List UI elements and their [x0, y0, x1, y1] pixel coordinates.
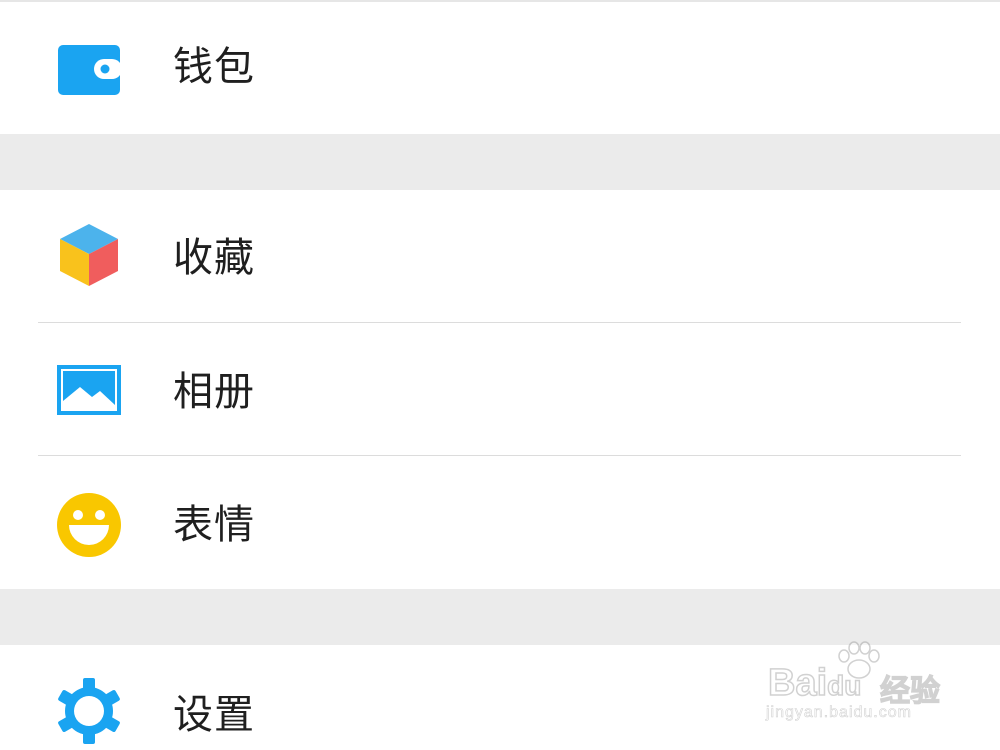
wallet-icon	[56, 37, 122, 103]
watermark-url: jingyan.baidu.com	[766, 704, 912, 722]
baidu-jingyan-watermark: Baidu 经验 jingyan.baidu.com	[762, 640, 952, 730]
menu-item-album[interactable]: 相册	[0, 323, 1000, 455]
album-picture-icon	[56, 357, 122, 423]
menu-item-emoji[interactable]: 表情	[0, 456, 1000, 589]
section-gap	[0, 589, 1000, 645]
menu-label-wallet: 钱包	[173, 44, 255, 90]
favorites-cube-icon	[56, 222, 122, 288]
menu-label-settings: 设置	[173, 692, 255, 738]
watermark-brand: Baidu	[767, 661, 862, 705]
emoji-smile-icon	[56, 492, 122, 558]
section-gap	[0, 134, 1000, 190]
menu-label-favorites: 收藏	[173, 235, 255, 281]
menu-label-album: 相册	[173, 369, 255, 415]
gear-icon	[56, 678, 122, 744]
menu-item-wallet[interactable]: 钱包	[0, 2, 1000, 134]
me-menu-page: 钱包 收藏 相册 表情 设置 Baidu 经验 jingyan.baidu.co…	[0, 0, 1000, 750]
menu-item-favorites[interactable]: 收藏	[0, 190, 1000, 322]
menu-label-emoji: 表情	[173, 502, 255, 548]
